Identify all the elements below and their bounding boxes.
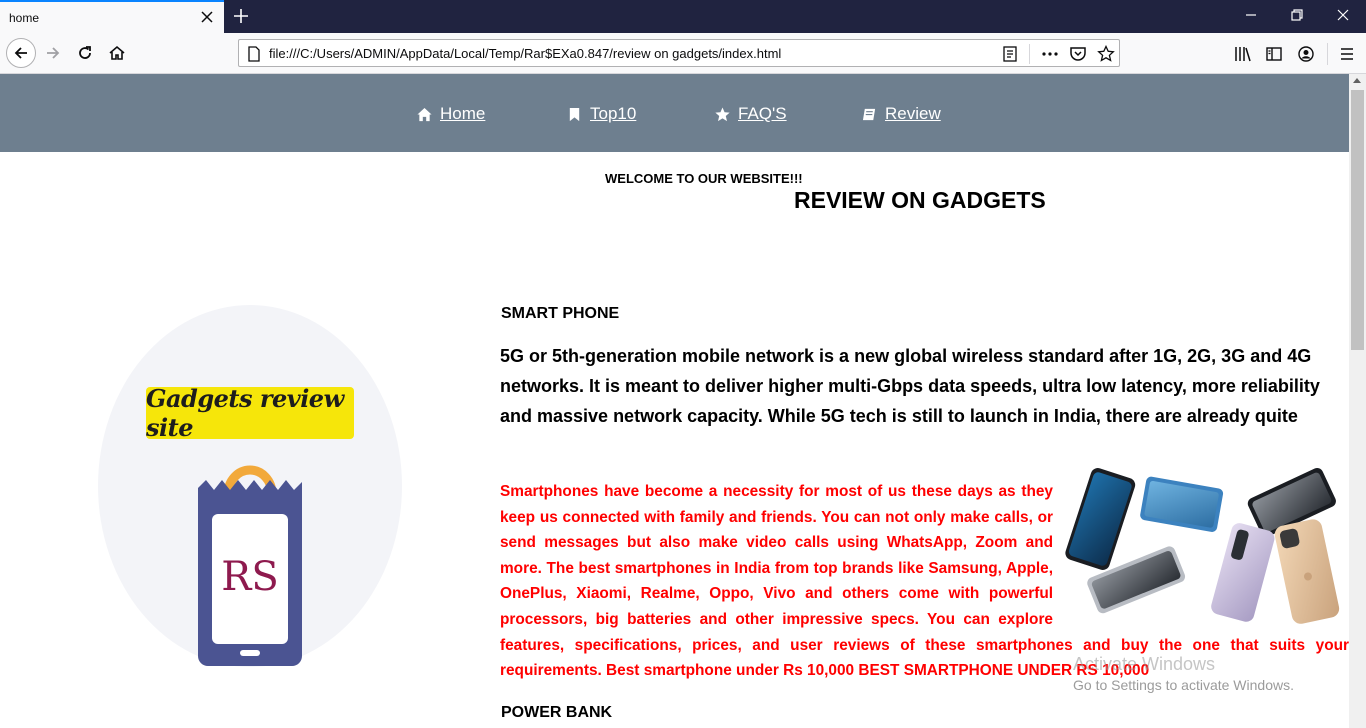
reload-icon <box>79 46 91 59</box>
page-icon <box>248 46 260 62</box>
close-window-icon[interactable] <box>1336 8 1350 22</box>
tab-title: home <box>9 11 40 25</box>
logo-rs-text: RS <box>221 554 279 600</box>
bookmark-icon <box>569 107 580 121</box>
nav-review-label: Review <box>885 104 941 123</box>
nav-home-label: Home <box>440 104 486 123</box>
forward-arrow-icon <box>47 47 60 59</box>
back-button[interactable] <box>6 38 36 68</box>
tab-bar: home <box>0 0 1366 33</box>
nav-top10-label: Top10 <box>590 104 637 123</box>
smartphone-intro: 5G or 5th-generation mobile network is a… <box>500 346 1320 426</box>
welcome-text: WELCOME TO OUR WEBSITE!!! <box>605 171 803 186</box>
address-bar-divider <box>1029 44 1030 64</box>
smartphones-image <box>1065 467 1340 624</box>
library-icon[interactable] <box>1234 45 1252 63</box>
account-icon[interactable] <box>1297 45 1315 63</box>
close-tab-icon[interactable] <box>200 10 214 24</box>
nav-review-link[interactable]: Review <box>862 104 941 124</box>
new-tab-icon[interactable] <box>232 7 250 25</box>
activate-windows-title: Activate Windows <box>1073 654 1216 674</box>
url-text[interactable]: file:///C:/Users/ADMIN/AppData/Local/Tem… <box>269 46 781 61</box>
page-actions-icon[interactable] <box>1041 45 1059 63</box>
menu-icon[interactable] <box>1338 45 1356 63</box>
nav-home-link[interactable]: Home <box>417 104 485 124</box>
restore-icon[interactable] <box>1290 8 1304 22</box>
scroll-up-arrow-icon[interactable] <box>1353 78 1361 83</box>
star-icon <box>715 106 730 121</box>
vertical-scrollbar[interactable] <box>1349 74 1366 728</box>
minimize-icon[interactable] <box>1244 8 1258 22</box>
browser-home-icon <box>109 45 125 60</box>
page-title: REVIEW ON GADGETS <box>794 187 1046 213</box>
reload-button[interactable] <box>74 42 96 64</box>
toolbar-divider <box>1327 43 1328 65</box>
page-viewport: Home Top10 FAQ'S Review WELCOME TO OUR W… <box>0 74 1349 728</box>
scrollbar-thumb[interactable] <box>1351 90 1364 350</box>
address-bar[interactable]: file:///C:/Users/ADMIN/AppData/Local/Tem… <box>238 39 1120 67</box>
power-bank-heading: POWER BANK <box>501 704 613 721</box>
reader-view-icon[interactable] <box>1001 45 1019 63</box>
home-icon <box>417 107 432 121</box>
browser-tab[interactable]: home <box>0 0 224 33</box>
navigation-toolbar: file:///C:/Users/ADMIN/AppData/Local/Tem… <box>0 33 1366 74</box>
pocket-icon[interactable] <box>1069 45 1087 63</box>
site-logo: Gadgets review site RS <box>98 305 402 667</box>
forward-button[interactable] <box>42 42 64 64</box>
back-arrow-icon <box>14 47 27 59</box>
bookmark-star-icon[interactable] <box>1097 45 1115 63</box>
nav-faq-link[interactable]: FAQ'S <box>715 104 787 124</box>
activate-windows-subtitle: Go to Settings to activate Windows. <box>1073 677 1294 693</box>
book-icon <box>862 108 876 120</box>
home-button[interactable] <box>106 42 128 64</box>
smartphone-heading: SMART PHONE <box>501 305 620 322</box>
logo-banner: Gadgets review site <box>146 384 354 442</box>
nav-top10-link[interactable]: Top10 <box>567 104 636 124</box>
sidebar-icon[interactable] <box>1265 45 1283 63</box>
site-navigation: Home Top10 FAQ'S Review <box>0 74 1349 152</box>
phone-bag-icon: RS <box>198 465 302 666</box>
nav-faq-label: FAQ'S <box>738 104 787 123</box>
